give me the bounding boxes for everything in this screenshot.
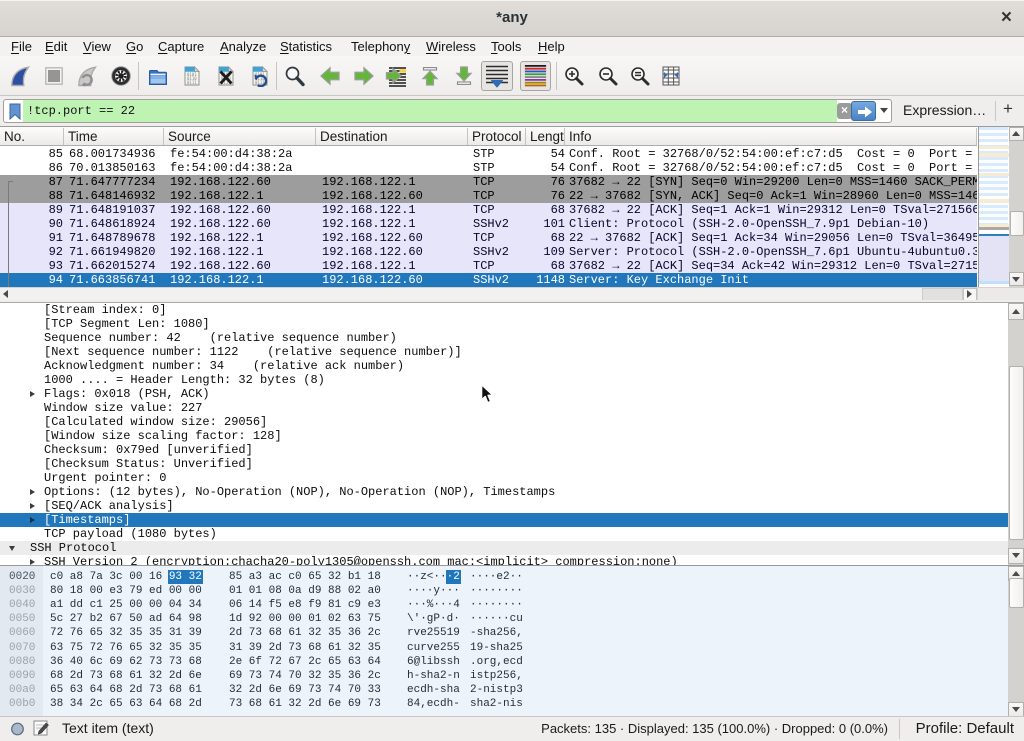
- svg-text:0111: 0111: [187, 80, 197, 85]
